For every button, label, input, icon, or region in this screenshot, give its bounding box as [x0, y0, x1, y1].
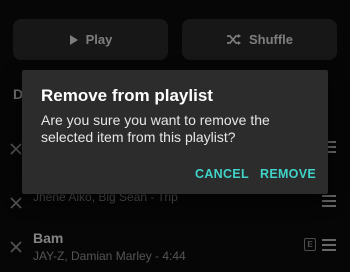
remove-button[interactable]: REMOVE [260, 167, 316, 181]
playlist-screen: Play Shuffle D Jhené Aiko, Big Sean - Tr… [0, 0, 350, 272]
cancel-button[interactable]: CANCEL [195, 167, 249, 181]
remove-dialog: Remove from playlist Are you sure you wa… [22, 70, 328, 194]
dialog-message: Are you sure you want to remove the sele… [41, 112, 270, 145]
dialog-title: Remove from playlist [41, 86, 213, 105]
